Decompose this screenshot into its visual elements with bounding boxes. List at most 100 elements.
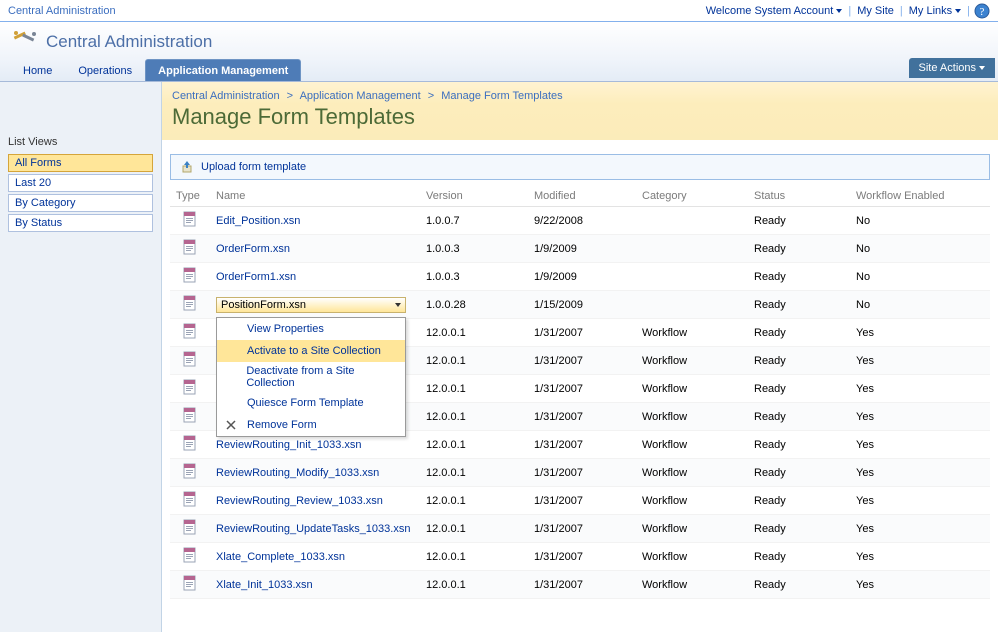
form-template-name-link[interactable]: ReviewRouting_Modify_1033.xsn	[216, 467, 379, 479]
table-row: PositionForm.xsnView PropertiesActivate …	[170, 291, 990, 319]
tab-home[interactable]: Home	[10, 59, 65, 81]
cell-version: 1.0.0.3	[420, 235, 528, 263]
cell-version: 1.0.0.7	[420, 207, 528, 235]
menu-remove-form[interactable]: Remove Form	[217, 414, 405, 436]
tab-operations[interactable]: Operations	[65, 59, 145, 81]
form-template-name-link[interactable]: OrderForm1.xsn	[216, 271, 296, 283]
cell-category: Workflow	[636, 459, 748, 487]
cell-modified: 1/31/2007	[528, 487, 636, 515]
bc-app-mgmt[interactable]: Application Management	[300, 90, 421, 102]
list-view-all-forms[interactable]: All Forms	[8, 154, 153, 172]
cell-workflow: No	[850, 291, 990, 319]
content-area: Central Administration > Application Man…	[162, 82, 998, 632]
form-template-name-link[interactable]: Xlate_Init_1033.xsn	[216, 579, 313, 591]
list-view-last20[interactable]: Last 20	[8, 174, 153, 192]
cell-status: Ready	[748, 235, 850, 263]
col-workflow[interactable]: Workflow Enabled	[850, 186, 990, 207]
form-template-icon	[182, 491, 198, 507]
form-template-icon	[182, 519, 198, 535]
form-template-name-link[interactable]: ReviewRouting_UpdateTasks_1033.xsn	[216, 523, 410, 535]
cell-category	[636, 263, 748, 291]
col-version[interactable]: Version	[420, 186, 528, 207]
row-context-menu: View PropertiesActivate to a Site Collec…	[216, 317, 406, 437]
site-actions-menu[interactable]: Site Actions	[909, 58, 995, 78]
menu-item-label: Quiesce Form Template	[247, 397, 364, 409]
form-template-icon	[182, 463, 198, 479]
form-template-icon	[182, 351, 198, 367]
col-status[interactable]: Status	[748, 186, 850, 207]
blank-icon	[223, 321, 239, 337]
cell-workflow: Yes	[850, 515, 990, 543]
form-template-name-link[interactable]: Xlate_Complete_1033.xsn	[216, 551, 345, 563]
list-view-by-category[interactable]: By Category	[8, 194, 153, 212]
row-context-menu-button[interactable]: PositionForm.xsn	[216, 297, 406, 313]
bc-manage-forms[interactable]: Manage Form Templates	[441, 90, 562, 102]
menu-deactivate-site-collection[interactable]: Deactivate from a Site Collection	[217, 362, 405, 392]
table-row: OrderForm1.xsn1.0.0.31/9/2009ReadyNo	[170, 263, 990, 291]
cell-version: 12.0.0.1	[420, 403, 528, 431]
cell-modified: 1/31/2007	[528, 459, 636, 487]
chevron-down-icon	[395, 303, 401, 307]
cell-modified: 9/22/2008	[528, 207, 636, 235]
welcome-menu[interactable]: Welcome System Account	[706, 5, 843, 17]
form-template-icon	[182, 407, 198, 423]
cell-modified: 1/15/2009	[528, 291, 636, 319]
cell-version: 12.0.0.1	[420, 319, 528, 347]
col-modified[interactable]: Modified	[528, 186, 636, 207]
form-template-name-link[interactable]: ReviewRouting_Review_1033.xsn	[216, 495, 383, 507]
upload-icon	[179, 160, 195, 174]
cell-version: 12.0.0.1	[420, 431, 528, 459]
menu-quiesce-form[interactable]: Quiesce Form Template	[217, 392, 405, 414]
form-template-icon	[182, 211, 198, 227]
form-template-name-link[interactable]: ReviewRouting_Init_1033.xsn	[216, 439, 362, 451]
cell-category: Workflow	[636, 487, 748, 515]
form-template-icon	[182, 435, 198, 451]
site-title-text[interactable]: Central Administration	[46, 32, 212, 52]
cell-category: Workflow	[636, 515, 748, 543]
col-category[interactable]: Category	[636, 186, 748, 207]
cell-modified: 1/31/2007	[528, 571, 636, 599]
cell-workflow: Yes	[850, 487, 990, 515]
cell-workflow: Yes	[850, 543, 990, 571]
list-view-by-status[interactable]: By Status	[8, 214, 153, 232]
top-breadcrumb[interactable]: Central Administration	[8, 5, 116, 17]
cell-category	[636, 291, 748, 319]
cell-version: 12.0.0.1	[420, 347, 528, 375]
form-template-icon	[182, 295, 198, 311]
left-nav: List Views All Forms Last 20 By Category…	[0, 82, 162, 632]
cell-modified: 1/9/2009	[528, 235, 636, 263]
menu-view-properties[interactable]: View Properties	[217, 318, 405, 340]
cell-version: 12.0.0.1	[420, 515, 528, 543]
cell-version: 1.0.0.3	[420, 263, 528, 291]
col-type[interactable]: Type	[170, 186, 210, 207]
table-row: OrderForm.xsn1.0.0.31/9/2009ReadyNo	[170, 235, 990, 263]
cell-status: Ready	[748, 375, 850, 403]
form-template-name-link[interactable]: OrderForm.xsn	[216, 243, 290, 255]
form-template-name-link[interactable]: Edit_Position.xsn	[216, 215, 300, 227]
cell-workflow: Yes	[850, 459, 990, 487]
cell-workflow: Yes	[850, 571, 990, 599]
cell-status: Ready	[748, 487, 850, 515]
global-top-bar: Central Administration Welcome System Ac…	[0, 0, 998, 22]
my-site-link[interactable]: My Site	[857, 5, 894, 17]
form-template-icon	[182, 547, 198, 563]
menu-item-label: Remove Form	[247, 419, 317, 431]
menu-activate-site-collection[interactable]: Activate to a Site Collection	[217, 340, 405, 362]
cell-workflow: No	[850, 263, 990, 291]
chevron-down-icon	[836, 9, 842, 13]
chevron-down-icon	[955, 9, 961, 13]
table-row: Xlate_Complete_1033.xsn12.0.0.11/31/2007…	[170, 543, 990, 571]
tab-application-management[interactable]: Application Management	[145, 59, 301, 81]
bc-central-admin[interactable]: Central Administration	[172, 90, 280, 102]
cell-category: Workflow	[636, 403, 748, 431]
my-links-menu[interactable]: My Links	[909, 5, 961, 17]
cell-modified: 1/31/2007	[528, 375, 636, 403]
cell-version: 1.0.0.28	[420, 291, 528, 319]
cell-modified: 1/31/2007	[528, 347, 636, 375]
col-name[interactable]: Name	[210, 186, 420, 207]
upload-form-template-link[interactable]: Upload form template	[201, 161, 306, 173]
cell-status: Ready	[748, 543, 850, 571]
table-row: ReviewRouting_UpdateTasks_1033.xsn 12.0.0…	[170, 515, 990, 543]
help-icon[interactable]: ?	[974, 3, 990, 19]
top-nav-tabs: Home Operations Application Management S…	[0, 59, 998, 82]
